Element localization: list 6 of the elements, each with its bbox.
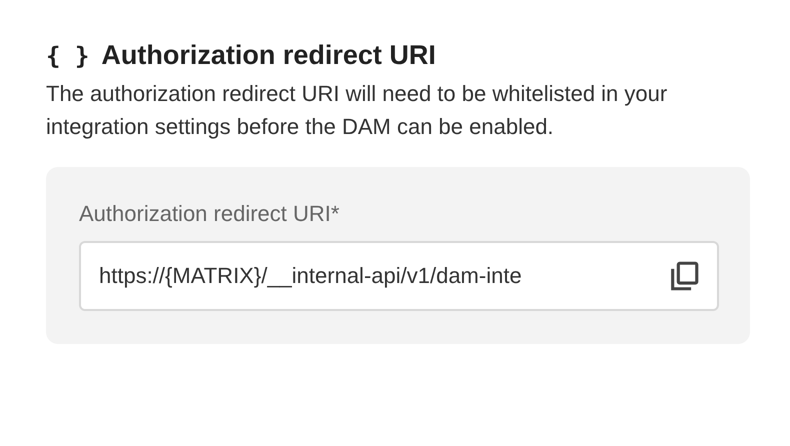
uri-input-field[interactable]: https://{MATRIX}/__internal-api/v1/dam-inte — [79, 241, 719, 311]
section-title: Authorization redirect URI — [101, 40, 436, 71]
braces-icon: { } — [46, 42, 90, 70]
field-label: Authorization redirect URI* — [79, 201, 340, 227]
section-description: The authorization redirect URI will need to be whitelisted in your integration settings before the DAM can be enabled. — [46, 80, 668, 141]
uri-value: https://{MATRIX}/__internal-api/v1/dam-inte — [99, 263, 523, 289]
